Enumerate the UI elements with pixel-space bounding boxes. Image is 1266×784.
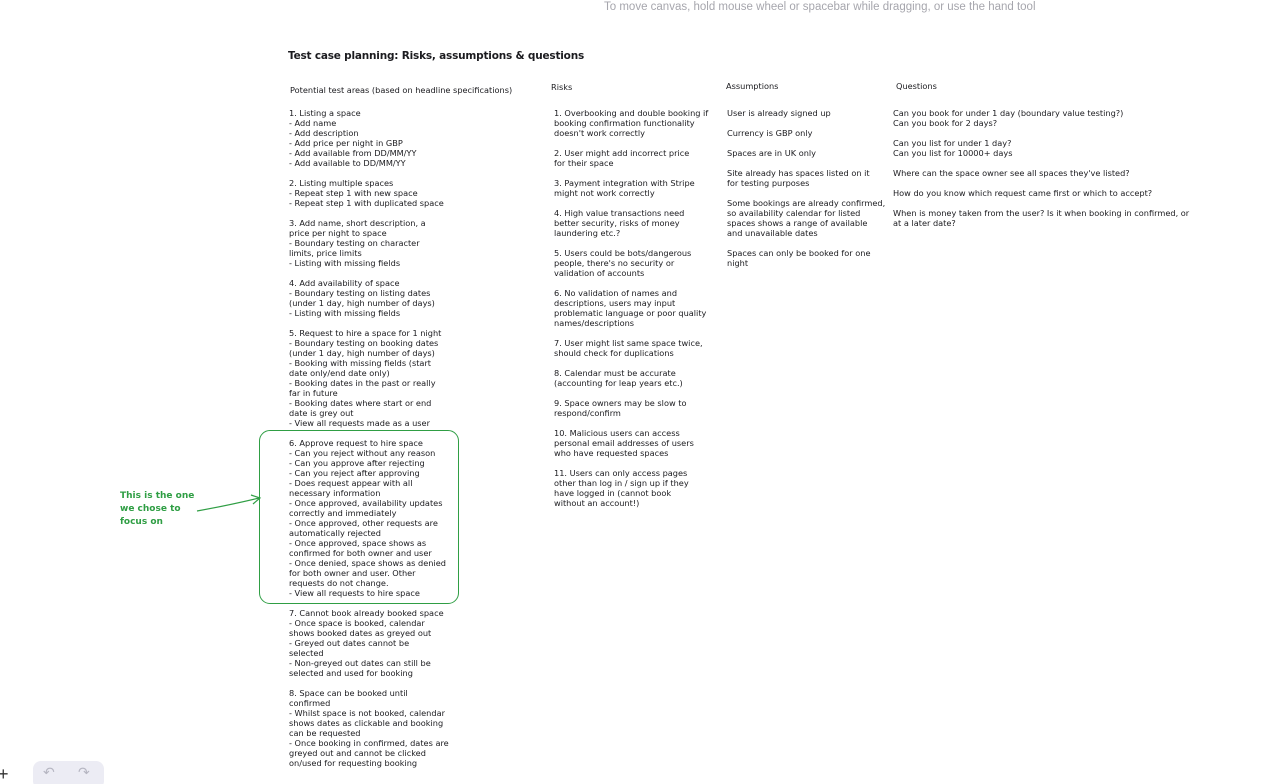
risks-list: 1. Overbooking and double booking if boo… (554, 108, 714, 518)
risk-item: 10. Malicious users can access personal … (554, 428, 694, 458)
assumption-item: Site already has spaces listed on it for… (727, 168, 870, 188)
test-area-item: 8. Space can be booked until confirmed -… (289, 688, 449, 768)
risk-item: 2. User might add incorrect price for th… (554, 148, 690, 168)
assumption-item: Spaces are in UK only (727, 148, 817, 158)
focus-highlight-box[interactable] (259, 430, 459, 604)
test-area-item: 1. Listing a space - Add name - Add desc… (289, 108, 417, 168)
assumptions-heading: Assumptions (726, 81, 779, 91)
canvas-hint: To move canvas, hold mouse wheel or spac… (604, 1, 1036, 13)
risk-item: 7. User might list same space twice, sho… (554, 338, 703, 358)
focus-callout[interactable]: This is the one we chose to focus on (120, 490, 194, 529)
undo-redo-toolbar: ↶ ↷ (33, 761, 104, 784)
test-area-item: 3. Add name, short description, a price … (289, 218, 426, 268)
test-areas-heading: Potential test areas (based on headline … (290, 85, 513, 95)
risk-item: 4. High value transactions need better s… (554, 208, 685, 238)
test-area-item: 4. Add availability of space - Boundary … (289, 278, 435, 318)
page-title: Test case planning: Risks, assumptions &… (288, 50, 585, 62)
risk-item: 5. Users could be bots/dangerous people,… (554, 248, 692, 278)
risks-heading: Risks (551, 82, 573, 92)
questions-list: Can you book for under 1 day (boundary v… (893, 108, 1193, 238)
risk-item: 8. Calendar must be accurate (accounting… (554, 368, 683, 388)
assumptions-list: User is already signed up Currency is GB… (727, 108, 887, 278)
assumption-item: Spaces can only be booked for one night (727, 248, 871, 268)
risk-item: 3. Payment integration with Stripe might… (554, 178, 695, 198)
callout-arrow-icon[interactable] (195, 492, 265, 514)
test-area-item: 7. Cannot book already booked space - On… (289, 608, 444, 678)
undo-button[interactable]: ↶ (43, 765, 55, 781)
add-button[interactable]: + (0, 764, 9, 784)
test-area-item: 2. Listing multiple spaces - Repeat step… (289, 178, 444, 208)
risk-item: 9. Space owners may be slow to respond/c… (554, 398, 687, 418)
assumption-item: Currency is GBP only (727, 128, 813, 138)
question-item: How do you know which request came first… (893, 188, 1153, 198)
questions-heading: Questions (896, 81, 937, 91)
risk-item: 11. Users can only access pages other th… (554, 468, 689, 508)
redo-button[interactable]: ↷ (78, 765, 90, 781)
risk-item: 1. Overbooking and double booking if boo… (554, 108, 709, 138)
question-item: When is money taken from the user? Is it… (893, 208, 1190, 228)
question-item: Can you list for under 1 day? Can you li… (893, 138, 1013, 158)
assumption-item: User is already signed up (727, 108, 831, 118)
question-item: Where can the space owner see all spaces… (893, 168, 1130, 178)
question-item: Can you book for under 1 day (boundary v… (893, 108, 1124, 128)
risk-item: 6. No validation of names and descriptio… (554, 288, 707, 328)
assumption-item: Some bookings are already confirmed, so … (727, 198, 886, 238)
test-area-item: 5. Request to hire a space for 1 night -… (289, 328, 442, 428)
